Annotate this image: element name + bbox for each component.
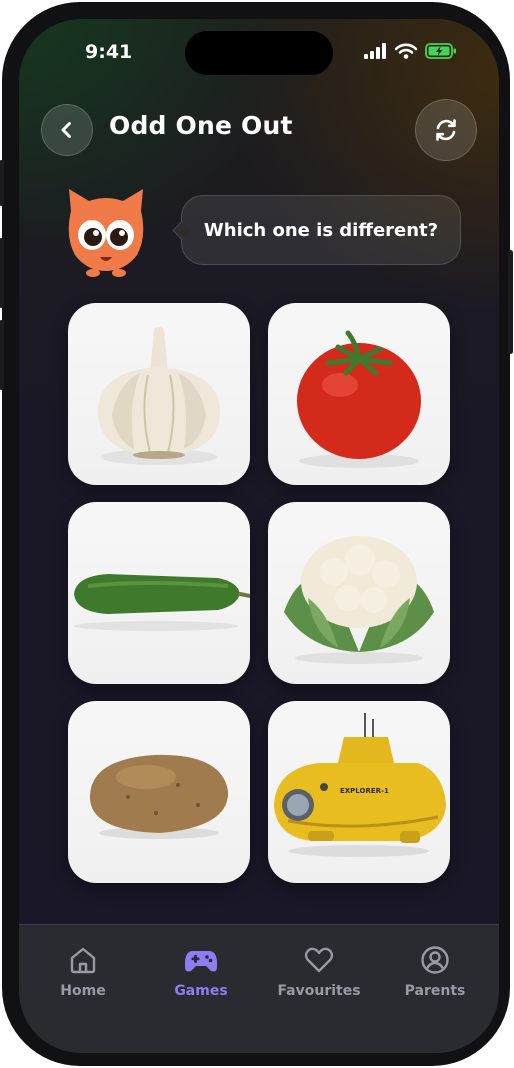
card-submarine[interactable]: EXPLORER-1 [268,701,450,883]
nav-games-label: Games [174,983,228,999]
screen: 9:41 Odd One Out Which one is different?… [19,19,499,1053]
submarine-image: EXPLORER-1 [274,713,446,857]
nav-parents[interactable]: Parents [380,945,490,999]
prompt-text: Which one is different? [203,219,439,241]
card-potato[interactable] [68,701,250,883]
tomato-image [297,330,421,468]
card-tomato[interactable] [268,303,450,485]
power-button [508,250,513,354]
wifi-icon [395,43,417,59]
nav-games[interactable]: Games [146,945,256,999]
back-button[interactable] [41,104,93,156]
chevron-left-icon [61,122,71,138]
status-indicators [363,43,457,59]
bottom-nav: Home Games Favourites Parents [19,924,499,1053]
nav-favourites[interactable]: Favourites [264,945,374,999]
action-button [0,160,4,206]
potato-image [89,754,229,839]
prompt-bubble: Which one is different? [181,195,461,265]
nav-home[interactable]: Home [28,945,138,999]
status-time: 9:41 [85,41,133,63]
cellular-signal-icon [364,43,386,59]
nav-parents-label: Parents [404,983,466,999]
refresh-icon [436,119,456,141]
phone-frame: 9:41 Odd One Out Which one is different?… [0,2,513,1066]
gamepad-icon [185,951,217,972]
cauliflower-image [284,536,434,664]
user-circle-icon [421,946,449,974]
refresh-button[interactable] [415,99,477,161]
volume-up-button [0,238,4,308]
submarine-caption: EXPLORER-1 [340,787,389,795]
battery-charging-icon [425,43,456,59]
page-title: Odd One Out [109,111,293,140]
card-cauliflower[interactable] [268,502,450,684]
card-garlic[interactable] [68,303,250,485]
cucumber-image [74,574,250,631]
home-icon [70,947,96,974]
nav-favourites-label: Favourites [277,983,361,999]
heart-icon [304,947,334,973]
garlic-image [97,327,221,465]
volume-down-button [0,320,4,390]
dynamic-island [185,31,333,75]
nav-home-label: Home [60,983,106,999]
mascot-owl-icon [68,189,144,277]
card-cucumber[interactable] [68,502,250,684]
